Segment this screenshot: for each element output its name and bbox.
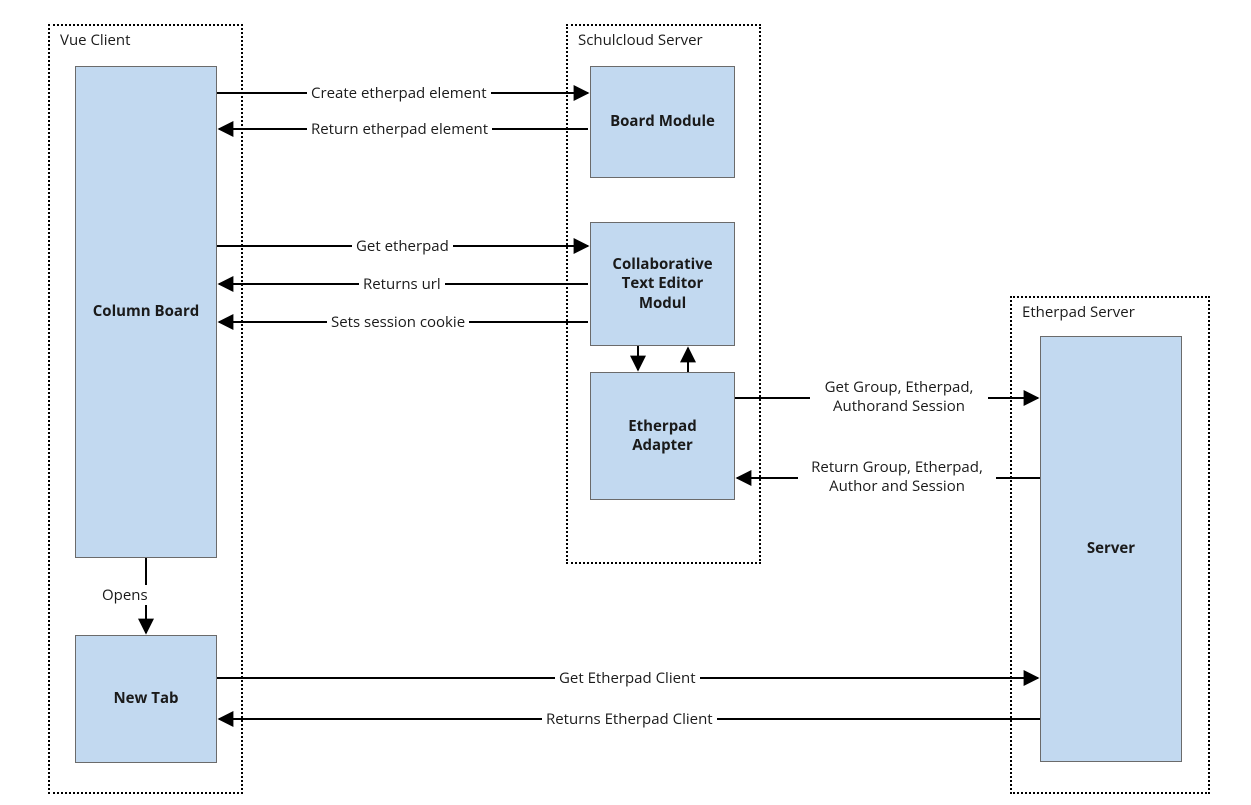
edge-label-returns-url: Returns url [359, 274, 445, 294]
diagram-canvas: Vue Client Schulcloud Server Etherpad Se… [0, 0, 1251, 805]
edge-label-opens: Opens [98, 585, 152, 605]
group-label-vue: Vue Client [58, 30, 132, 50]
node-column-board: Column Board [75, 66, 217, 558]
edge-label-create-etherpad-element: Create etherpad element [307, 83, 491, 103]
group-label-scs: Schulcloud Server [576, 30, 705, 50]
node-new-tab: New Tab [75, 635, 217, 763]
edge-label-get-etherpad-client: Get Etherpad Client [555, 668, 700, 688]
edge-label-return-group: Return Group, Etherpad, Author and Sessi… [798, 458, 996, 496]
edge-label-sets-session-cookie: Sets session cookie [327, 312, 469, 332]
node-etherpad-adapter: Etherpad Adapter [590, 372, 735, 500]
node-collaborative-text-editor-modul: Collaborative Text Editor Modul [590, 222, 735, 346]
edge-label-get-group: Get Group, Etherpad, Authorand Session [810, 378, 988, 416]
edge-label-returns-etherpad-client: Returns Etherpad Client [542, 709, 717, 729]
node-board-module: Board Module [590, 66, 735, 178]
node-server: Server [1040, 336, 1182, 762]
edge-label-return-etherpad-element: Return etherpad element [307, 119, 492, 139]
group-label-eps: Etherpad Server [1020, 302, 1137, 322]
edge-label-get-etherpad: Get etherpad [352, 236, 453, 256]
